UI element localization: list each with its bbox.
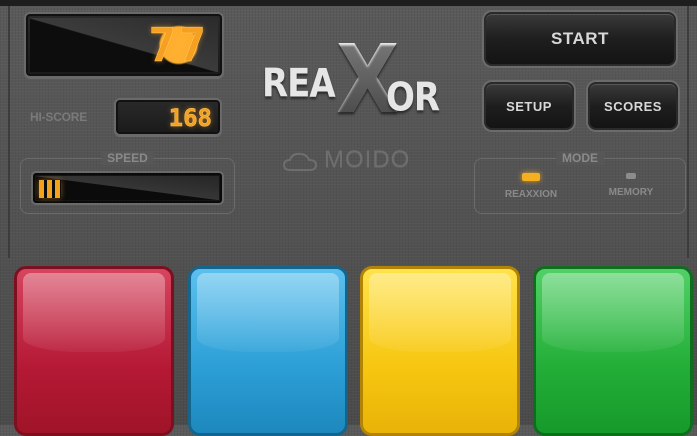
speed-level-bar [39,180,61,198]
current-score: 77 [148,18,208,72]
blue-pad-gloss [197,273,339,352]
start-button[interactable]: START [484,12,676,66]
mode-reaxxion-label: REAXXION [504,189,558,200]
scores-button[interactable]: SCORES [588,82,678,130]
mode-group: MODE REAXXION MEMORY [474,151,686,214]
score-display: 77 [24,12,224,78]
mode-memory-option[interactable]: MEMORY [581,173,681,198]
mode-reaxxion-option[interactable]: REAXXION [481,173,581,200]
red-pad[interactable] [14,266,174,436]
speed-slider[interactable] [31,171,224,205]
blue-pad[interactable] [188,266,348,436]
yellow-pad-gloss [369,273,511,352]
reaxxion-indicator-led [522,173,540,181]
mode-label: MODE [556,151,604,165]
speed-slider-track [36,176,219,200]
mode-memory-label: MEMORY [608,187,654,198]
setup-button[interactable]: SETUP [484,82,574,130]
yellow-pad[interactable] [360,266,520,436]
moido-watermark: MOIDO [324,146,411,173]
hiscore-display: 168 [114,98,222,136]
red-pad-gloss [23,273,165,352]
memory-indicator-led [626,173,636,179]
cloud-icon [282,152,318,171]
reaxxor-logo: REA X OR [262,33,452,127]
hiscore-label: HI-SCORE [30,110,88,124]
logo-text-or: OR [386,75,440,121]
logo-text-rea: REA [262,61,336,107]
hiscore-value: 168 [168,104,212,133]
speed-group: SPEED [20,151,235,214]
green-pad[interactable] [533,266,693,436]
speed-label: SPEED [101,151,154,165]
green-pad-gloss [542,273,684,352]
